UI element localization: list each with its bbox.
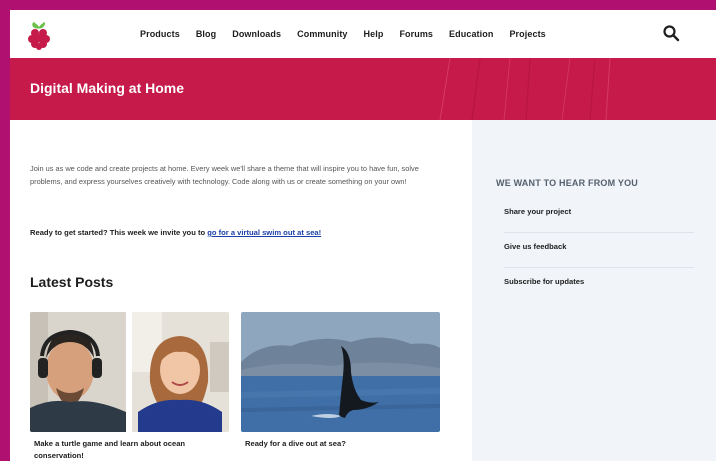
main-content: Join us as we code and create projects a… — [10, 120, 470, 461]
post-card-dive[interactable]: Ready for a dive out at sea? — [241, 312, 440, 461]
nav-item-blog[interactable]: Blog — [196, 29, 216, 39]
nav-item-forums[interactable]: Forums — [399, 29, 433, 39]
page-banner: Digital Making at Home — [10, 58, 716, 120]
cta-link[interactable]: go for a virtual swim out at sea! — [207, 228, 321, 237]
sidebar-item-share-project[interactable]: Share your project — [504, 198, 694, 233]
cta-text: Ready to get started? This week we invit… — [30, 228, 460, 237]
nav-item-downloads[interactable]: Downloads — [232, 29, 281, 39]
cta-label: Ready to get started? This week we invit… — [30, 228, 208, 237]
search-icon[interactable] — [662, 24, 680, 42]
post-image-whale-tail — [241, 312, 440, 432]
page-title: Digital Making at Home — [30, 80, 185, 96]
nav-item-community[interactable]: Community — [297, 29, 347, 39]
nav-item-education[interactable]: Education — [449, 29, 493, 39]
sidebar-item-feedback[interactable]: Give us feedback — [504, 233, 694, 268]
sidebar-heading: WE WANT TO HEAR FROM YOU — [496, 178, 638, 188]
main-nav: Products Blog Downloads Community Help F… — [140, 10, 562, 58]
page-frame: Products Blog Downloads Community Help F… — [10, 10, 716, 461]
post-card-turtle[interactable]: Make a turtle game and learn about ocean… — [30, 312, 229, 461]
sidebar: WE WANT TO HEAR FROM YOU Share your proj… — [472, 120, 716, 461]
latest-posts-heading: Latest Posts — [30, 274, 114, 290]
sidebar-item-subscribe[interactable]: Subscribe for updates — [504, 268, 694, 303]
nav-item-projects[interactable]: Projects — [509, 29, 545, 39]
intro-text: Join us as we code and create projects a… — [30, 164, 419, 186]
raspberry-logo[interactable] — [26, 20, 52, 50]
nav-item-products[interactable]: Products — [140, 29, 180, 39]
site-header: Products Blog Downloads Community Help F… — [10, 10, 716, 58]
nav-item-help[interactable]: Help — [364, 29, 384, 39]
post-title: Ready for a dive out at sea? — [245, 439, 346, 448]
post-title: Make a turtle game and learn about ocean… — [34, 439, 186, 460]
sidebar-links: Share your project Give us feedback Subs… — [504, 198, 694, 303]
post-image-video-call — [30, 312, 229, 432]
